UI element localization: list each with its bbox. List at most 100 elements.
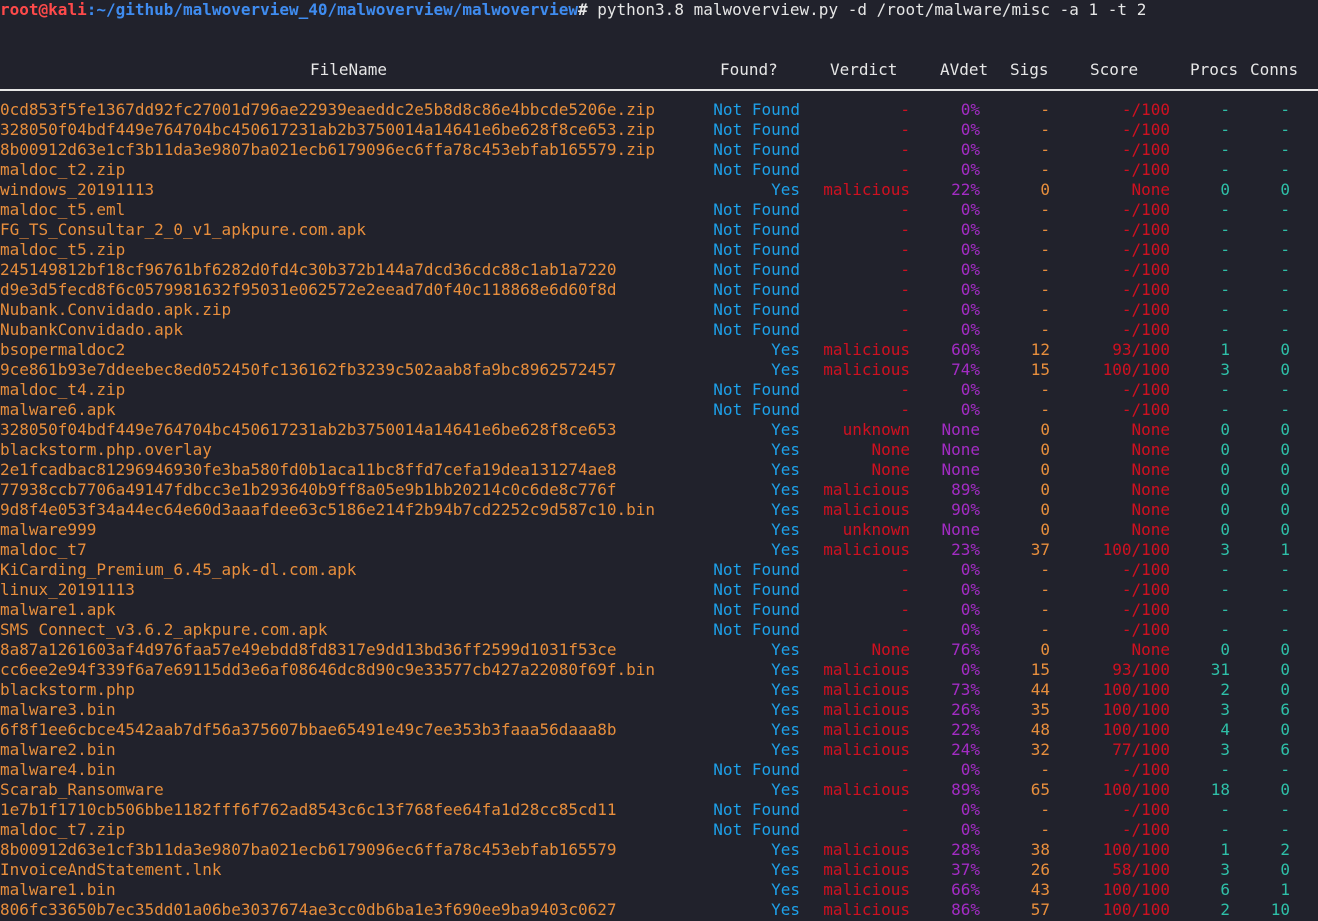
- prompt-at: @: [38, 0, 49, 19]
- conns-cell: -: [1280, 400, 1290, 419]
- filename-cell: 245149812bf18cf96761bf6282d0fd4c30b372b1…: [0, 260, 617, 279]
- score-cell: -/100: [1121, 380, 1170, 399]
- verdict-cell: unknown: [842, 420, 910, 439]
- conns-cell: -: [1280, 820, 1290, 839]
- conns-cell: -: [1280, 760, 1290, 779]
- score-cell: 77/100: [1112, 740, 1170, 759]
- procs-cell: 0: [1220, 640, 1230, 659]
- conns-cell: -: [1280, 280, 1290, 299]
- found-cell: Not Found: [713, 220, 800, 239]
- procs-cell: -: [1220, 400, 1230, 419]
- sigs-cell: -: [1040, 260, 1050, 279]
- table-row: 0cd853f5fe1367dd92fc27001d796ae22939eaed…: [0, 100, 1318, 120]
- filename-cell: 0cd853f5fe1367dd92fc27001d796ae22939eaed…: [0, 100, 656, 119]
- score-cell: 100/100: [1102, 680, 1170, 699]
- header-sigs: Sigs: [1010, 60, 1049, 79]
- procs-cell: -: [1220, 140, 1230, 159]
- filename-cell: maldoc_t5.zip: [0, 240, 126, 259]
- procs-cell: 0: [1220, 480, 1230, 499]
- conns-cell: 1: [1280, 540, 1290, 559]
- score-cell: -/100: [1121, 100, 1170, 119]
- avdet-cell: 0%: [960, 820, 980, 839]
- verdict-cell: -: [900, 260, 910, 279]
- filename-cell: Scarab_Ransomware: [0, 780, 164, 799]
- score-cell: None: [1131, 520, 1170, 539]
- avdet-cell: 28%: [951, 840, 980, 859]
- procs-cell: -: [1220, 220, 1230, 239]
- procs-cell: 18: [1210, 780, 1230, 799]
- header-filename: FileName: [310, 60, 388, 79]
- verdict-cell: malicious: [823, 180, 910, 199]
- found-cell: Yes: [771, 880, 800, 899]
- avdet-cell: 90%: [951, 500, 980, 519]
- verdict-cell: -: [900, 220, 910, 239]
- found-cell: Not Found: [713, 100, 800, 119]
- filename-cell: 6f8f1ee6cbce4542aab7df56a375607bbae65491…: [0, 720, 617, 739]
- table-row: maldoc_t2.zip Not Found - 0% - -/100 - -: [0, 160, 1318, 180]
- avdet-cell: 66%: [951, 880, 980, 899]
- sigs-cell: -: [1040, 560, 1050, 579]
- procs-cell: -: [1220, 160, 1230, 179]
- found-cell: Yes: [771, 460, 800, 479]
- conns-cell: -: [1280, 200, 1290, 219]
- table-row: malware3.bin Yes malicious 26% 35 100/100 3 6: [0, 700, 1318, 720]
- score-cell: None: [1131, 180, 1170, 199]
- procs-cell: -: [1220, 300, 1230, 319]
- verdict-cell: -: [900, 600, 910, 619]
- table-row: Nubank.Convidado.apk.zip Not Found - 0% - -/1…: [0, 300, 1318, 320]
- procs-cell: 2: [1220, 680, 1230, 699]
- avdet-cell: 86%: [951, 900, 980, 919]
- avdet-cell: 22%: [951, 720, 980, 739]
- conns-cell: -: [1280, 600, 1290, 619]
- filename-cell: 8b00912d63e1cf3b11da3e9807ba021ecb617909…: [0, 140, 656, 159]
- filename-cell: maldoc_t5.eml: [0, 200, 126, 219]
- procs-cell: 0: [1220, 520, 1230, 539]
- conns-cell: 0: [1280, 860, 1290, 879]
- conns-cell: -: [1280, 240, 1290, 259]
- avdet-cell: 0%: [960, 320, 980, 339]
- table-row: maldoc_t5.eml Not Found - 0% - -/100 - -: [0, 200, 1318, 220]
- procs-cell: 0: [1220, 500, 1230, 519]
- avdet-cell: 74%: [951, 360, 980, 379]
- score-cell: -/100: [1121, 120, 1170, 139]
- procs-cell: -: [1220, 280, 1230, 299]
- sigs-cell: -: [1040, 200, 1050, 219]
- prompt-user: root: [0, 0, 39, 19]
- sigs-cell: 15: [1030, 360, 1050, 379]
- conns-cell: -: [1280, 800, 1290, 819]
- found-cell: Yes: [771, 640, 800, 659]
- sigs-cell: -: [1040, 220, 1050, 239]
- conns-cell: -: [1280, 380, 1290, 399]
- found-cell: Not Found: [713, 280, 800, 299]
- found-cell: Yes: [771, 540, 800, 559]
- conns-cell: 0: [1280, 720, 1290, 739]
- conns-cell: -: [1280, 300, 1290, 319]
- table-row: malware2.bin Yes malicious 24% 32 77/100 3 6: [0, 740, 1318, 760]
- conns-cell: 0: [1280, 480, 1290, 499]
- table-row: SMS Connect_v3.6.2_apkpure.com.apk Not Fo…: [0, 620, 1318, 640]
- conns-cell: 0: [1280, 680, 1290, 699]
- conns-cell: -: [1280, 160, 1290, 179]
- found-cell: Not Found: [713, 580, 800, 599]
- filename-cell: NubankConvidado.apk: [0, 320, 184, 339]
- procs-cell: -: [1220, 240, 1230, 259]
- conns-cell: -: [1280, 260, 1290, 279]
- verdict-cell: malicious: [823, 540, 910, 559]
- avdet-cell: 0%: [960, 620, 980, 639]
- table-row: windows_20191113 Yes malicious 22% 0 None 0 0: [0, 180, 1318, 200]
- filename-cell: malware2.bin: [0, 740, 116, 759]
- found-cell: Yes: [771, 840, 800, 859]
- sigs-cell: -: [1040, 280, 1050, 299]
- conns-cell: 1: [1280, 880, 1290, 899]
- table-row: 2e1fcadbac81296946930fe3ba580fd0b1aca11b…: [0, 460, 1318, 480]
- table-row: maldoc_t7.zip Not Found - 0% - -/100 - -: [0, 820, 1318, 840]
- table-row: 328050f04bdf449e764704bc450617231ab2b375…: [0, 420, 1318, 440]
- verdict-cell: -: [900, 380, 910, 399]
- filename-cell: malware1.bin: [0, 880, 116, 899]
- avdet-cell: None: [941, 440, 980, 459]
- sigs-cell: 0: [1040, 460, 1050, 479]
- score-cell: 58/100: [1112, 860, 1170, 879]
- conns-cell: 0: [1280, 440, 1290, 459]
- sigs-cell: 0: [1040, 500, 1050, 519]
- procs-cell: 0: [1220, 460, 1230, 479]
